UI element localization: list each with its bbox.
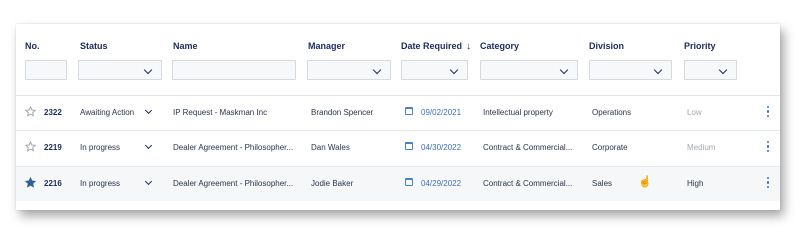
row-category: Intellectual property [483,108,553,117]
chevron-down-icon [718,65,728,75]
more-options-icon[interactable] [767,106,770,119]
star-filled-icon[interactable] [25,177,36,188]
column-header-category[interactable]: Category [480,41,519,51]
chevron-down-icon[interactable] [144,177,153,186]
table-row[interactable]: 2219 In progress Dealer Agreement - Phil… [16,130,780,165]
chevron-down-icon [372,65,382,75]
row-date-required[interactable]: 04/29/2022 [421,179,461,188]
calendar-icon [405,107,413,115]
star-outline-icon[interactable] [25,141,36,152]
column-header-status[interactable]: Status [80,41,108,51]
row-priority: Medium [687,143,716,152]
column-header-date-required-label: Date Required [401,41,463,51]
arrow-down-icon[interactable]: ↓ [466,41,471,52]
more-options-icon[interactable] [767,141,770,154]
column-header-manager[interactable]: Manager [308,41,345,51]
column-header-division[interactable]: Division [589,41,624,51]
row-division: Operations [592,108,632,117]
calendar-icon [405,142,413,150]
row-name[interactable]: Dealer Agreement - Philosopher... [173,179,293,188]
table-row[interactable]: 2322 Awaiting Action IP Request - Maskma… [16,95,780,130]
row-manager: Dan Wales [311,143,350,152]
filter-priority-select[interactable] [684,60,737,80]
row-status: Awaiting Action [80,108,135,117]
filter-status-select[interactable] [78,60,162,80]
table-row[interactable]: 2216 In progress Dealer Agreement - Phil… [16,166,780,201]
more-options-icon[interactable] [767,177,770,190]
row-number: 2322 [44,108,62,117]
chevron-down-icon[interactable] [144,141,153,150]
row-number: 2219 [44,143,62,152]
row-status: In progress [80,179,121,188]
row-division: Corporate [592,143,628,152]
column-header-no[interactable]: No. [25,41,40,51]
chevron-down-icon [559,65,569,75]
row-division: Sales [592,179,613,188]
chevron-down-icon [653,65,663,75]
filter-no-input[interactable] [25,60,67,80]
filter-date-select[interactable] [401,60,468,80]
row-category: Contract & Commercial... [483,179,573,188]
column-header-name[interactable]: Name [173,41,198,51]
contracts-table: No. Status Name Manager Date Required ↓ C… [16,24,780,210]
row-manager: Jodie Baker [311,179,354,188]
filter-name-input[interactable] [172,60,296,80]
star-outline-icon[interactable] [25,106,36,117]
filter-division-select[interactable] [589,60,672,80]
row-manager: Brandon Spencer [311,108,374,117]
row-name[interactable]: Dealer Agreement - Philosopher... [173,143,293,152]
row-priority: High [687,179,704,188]
row-status: In progress [80,143,121,152]
column-header-date-required[interactable]: Date Required ↓ [401,41,471,52]
filter-category-select[interactable] [480,60,578,80]
column-header-priority[interactable]: Priority [684,41,716,51]
row-date-required[interactable]: 04/30/2022 [421,143,461,152]
hand-pointer-icon: ☝ [638,176,652,188]
row-priority: Low [687,108,702,117]
row-date-required[interactable]: 09/02/2021 [421,108,461,117]
filter-manager-select[interactable] [307,60,391,80]
chevron-down-icon[interactable] [144,106,153,115]
row-category: Contract & Commercial... [483,143,573,152]
row-name[interactable]: IP Request - Maskman Inc [173,108,267,117]
calendar-icon [405,178,413,186]
chevron-down-icon [143,65,153,75]
chevron-down-icon [449,65,459,75]
row-number: 2216 [44,179,62,188]
